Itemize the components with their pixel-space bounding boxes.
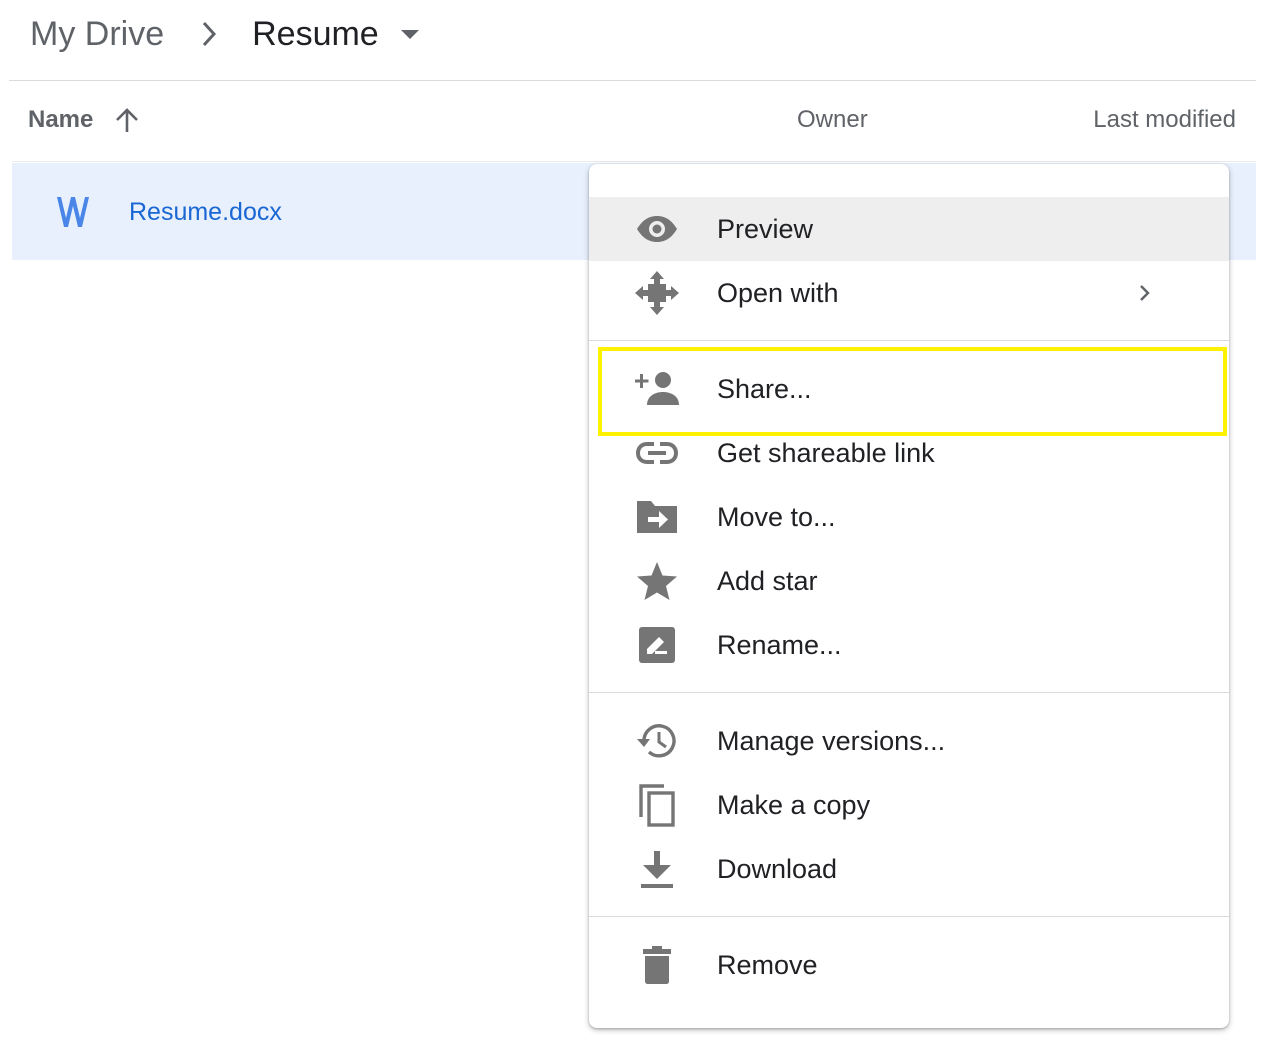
menu-item-manage-versions[interactable]: Manage versions... [589, 709, 1229, 773]
menu-label-rename: Rename... [717, 630, 842, 660]
menu-divider [589, 340, 1229, 341]
column-header-last-modified[interactable]: Last modified [1093, 106, 1236, 134]
menu-item-share[interactable]: Share... [589, 357, 1229, 421]
arrow-up-icon[interactable] [113, 106, 141, 134]
eye-icon [633, 211, 681, 247]
chevron-right-icon [192, 17, 226, 51]
file-name[interactable]: Resume.docx [129, 198, 282, 227]
menu-item-preview[interactable]: Preview [589, 197, 1229, 261]
menu-divider [589, 692, 1229, 693]
breadcrumb-current-label: Resume [252, 14, 379, 53]
header-divider [12, 161, 1256, 162]
menu-label-get-shareable-link: Get shareable link [717, 438, 935, 468]
column-header-name[interactable]: Name [28, 106, 141, 134]
menu-label-make-a-copy: Make a copy [717, 790, 871, 820]
download-icon [633, 851, 681, 888]
breadcrumb: My Drive Resume [30, 8, 419, 60]
open-with-icon [633, 271, 681, 315]
rename-icon [633, 627, 681, 663]
chevron-right-icon [1133, 279, 1157, 307]
menu-item-remove[interactable]: Remove [589, 933, 1229, 997]
move-folder-icon [633, 499, 681, 535]
context-menu: Preview Open with Share... Get shareable… [589, 164, 1229, 1028]
menu-item-make-a-copy[interactable]: Make a copy [589, 773, 1229, 837]
caret-down-icon [400, 29, 419, 39]
add-person-icon [633, 371, 681, 407]
menu-label-preview: Preview [717, 214, 814, 244]
breadcrumb-my-drive[interactable]: My Drive [30, 15, 164, 54]
menu-item-get-shareable-link[interactable]: Get shareable link [589, 421, 1229, 485]
link-icon [633, 435, 681, 471]
column-name-label: Name [28, 106, 94, 133]
menu-label-add-star: Add star [717, 566, 818, 596]
menu-item-move-to[interactable]: Move to... [589, 485, 1229, 549]
menu-label-remove: Remove [717, 950, 818, 980]
menu-label-move-to: Move to... [717, 502, 836, 532]
menu-item-open-with[interactable]: Open with [589, 261, 1229, 325]
word-doc-icon [56, 196, 90, 228]
menu-divider [589, 916, 1229, 917]
history-icon [633, 723, 681, 759]
menu-label-download: Download [717, 854, 838, 884]
trash-icon [633, 946, 681, 984]
menu-item-rename[interactable]: Rename... [589, 613, 1229, 677]
menu-item-download[interactable]: Download [589, 837, 1229, 901]
column-header-owner[interactable]: Owner [797, 106, 868, 134]
breadcrumb-current-folder[interactable]: Resume [252, 15, 419, 54]
menu-label-share: Share... [717, 374, 812, 404]
menu-item-add-star[interactable]: Add star [589, 549, 1229, 613]
copy-icon [633, 784, 681, 827]
menu-label-open-with: Open with [717, 278, 839, 308]
top-divider [9, 80, 1256, 81]
menu-label-manage-versions: Manage versions... [717, 726, 946, 756]
star-icon [633, 562, 681, 600]
